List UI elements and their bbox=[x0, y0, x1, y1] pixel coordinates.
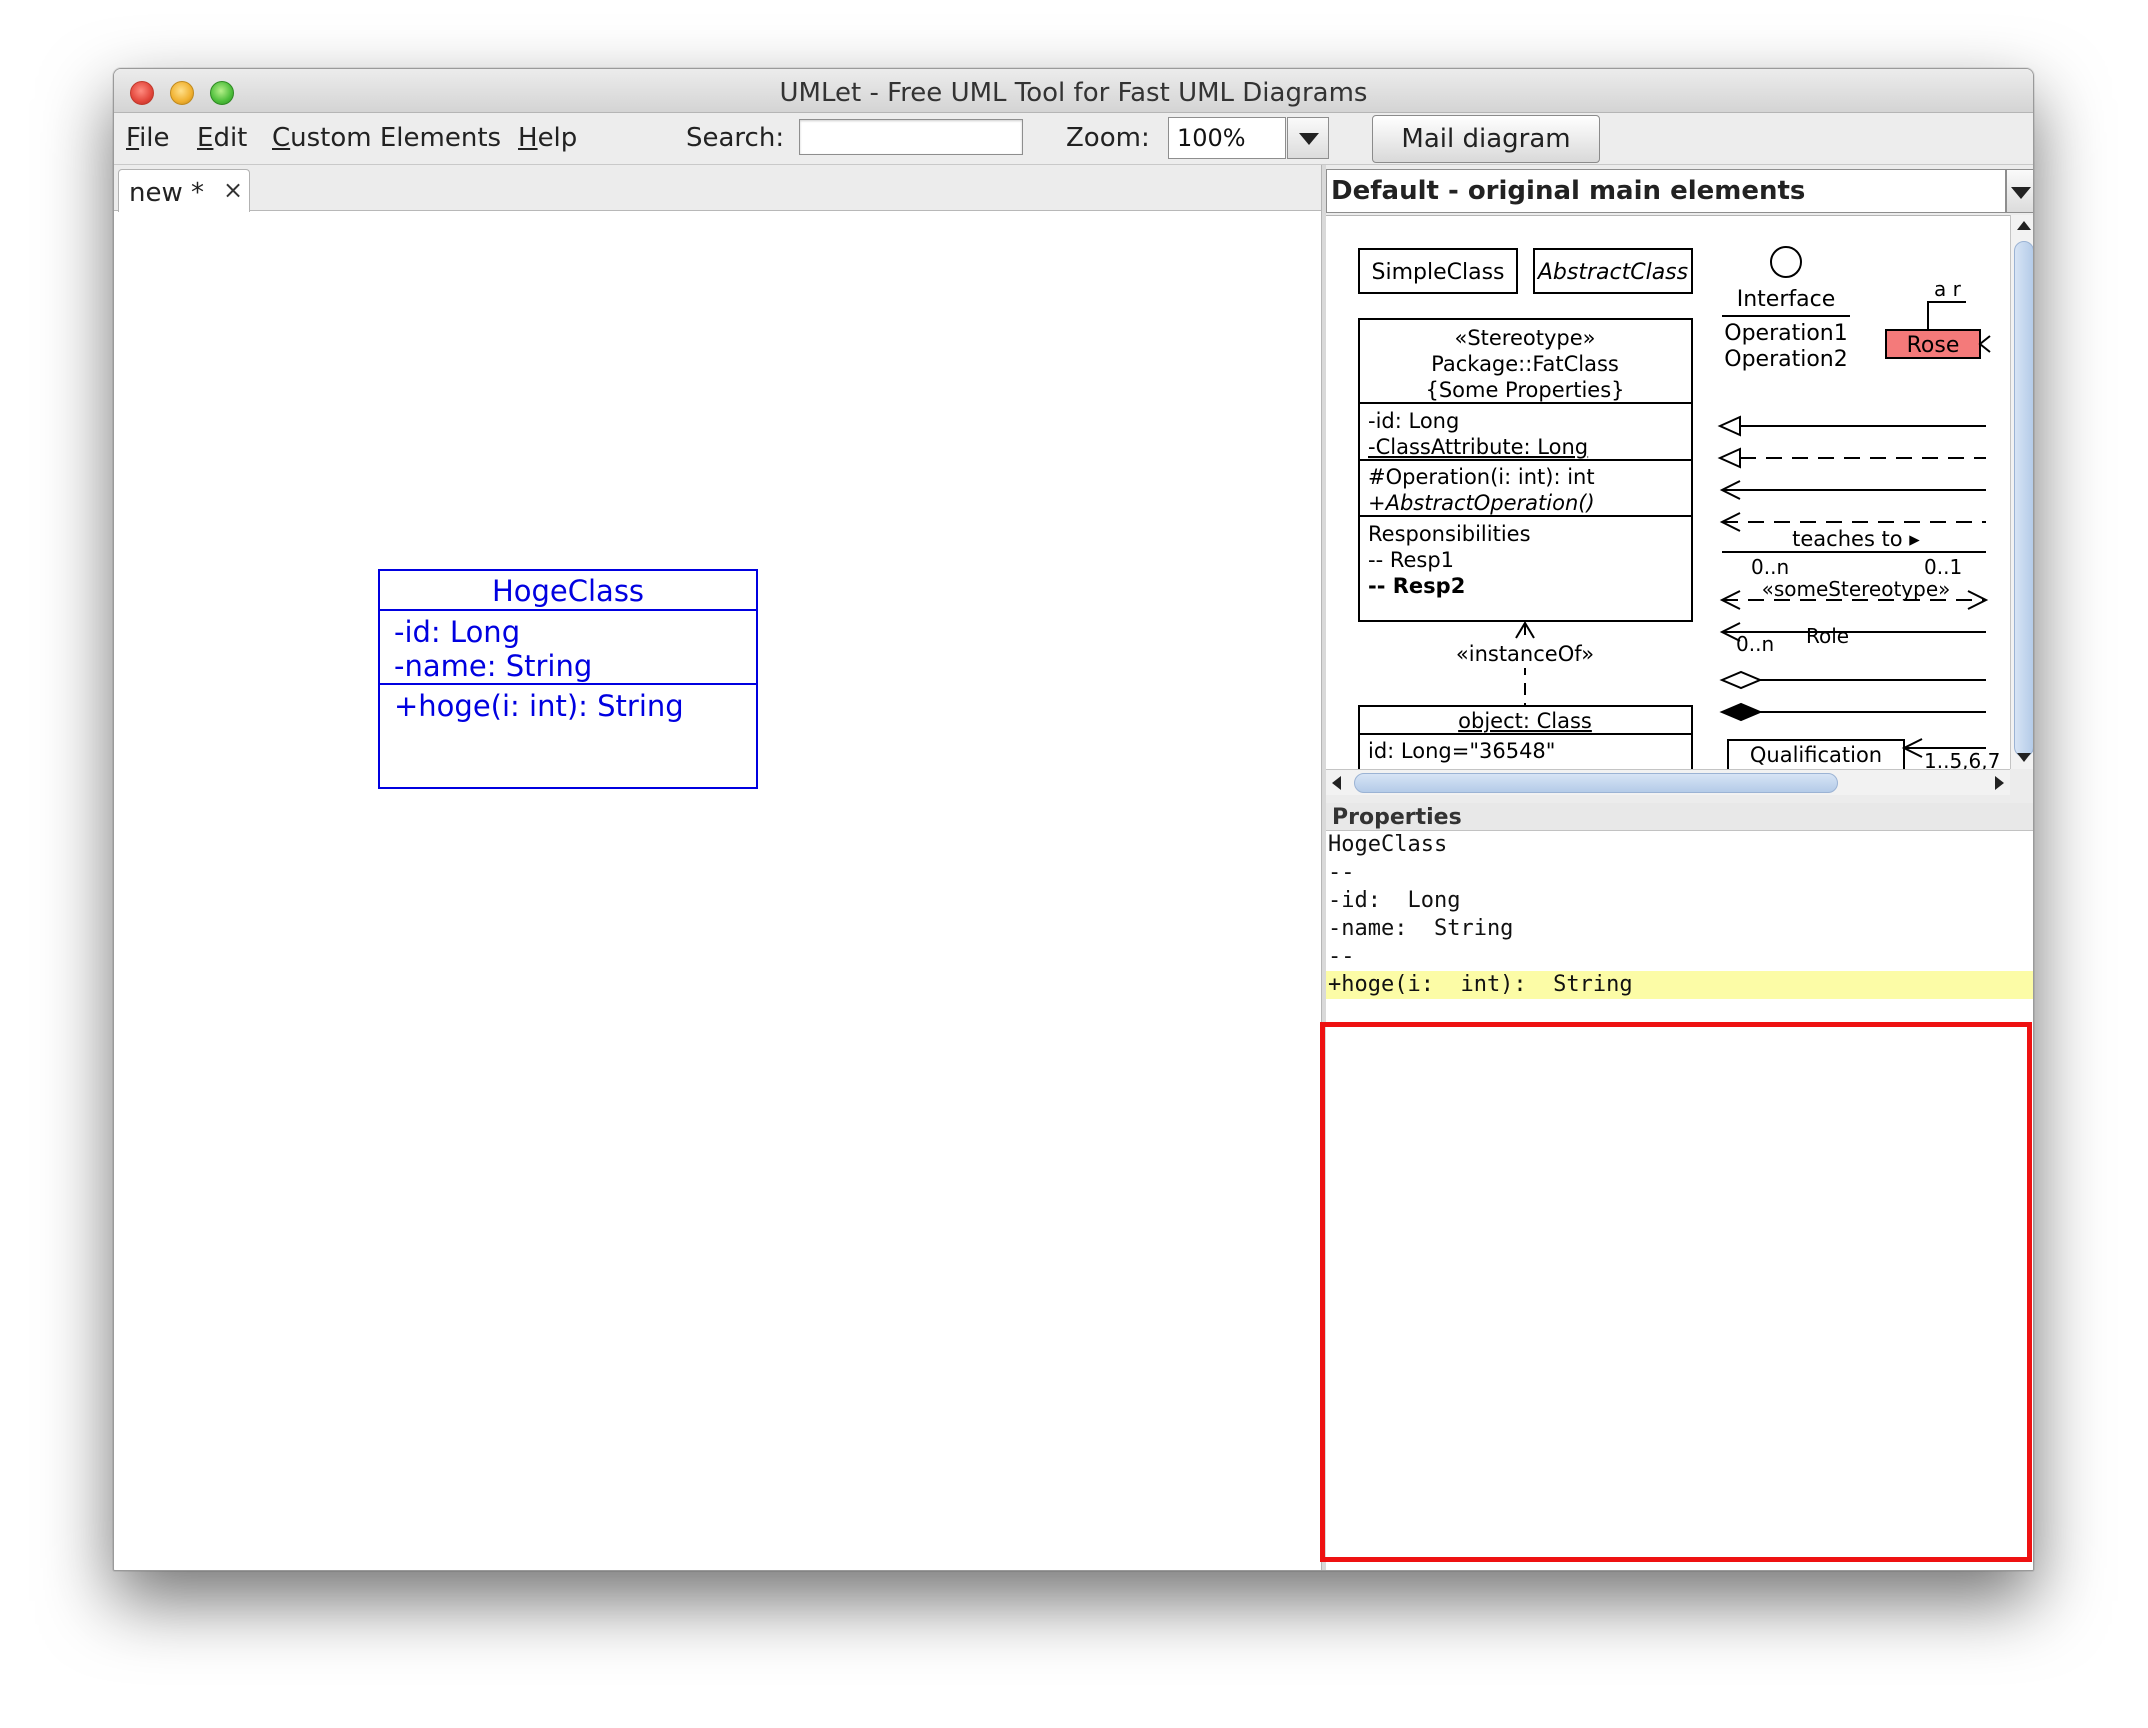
palette-aggregation[interactable] bbox=[1719, 670, 1986, 690]
palette-teaches-to-relation[interactable]: teaches to ▸ 0..n 0..1 bbox=[1722, 527, 1986, 579]
palette-simple-class[interactable]: SimpleClass bbox=[1358, 248, 1518, 294]
palette-association[interactable] bbox=[1719, 480, 1986, 500]
palette-object[interactable]: object: Class id: Long="36548" bbox=[1358, 705, 1693, 769]
tab-strip: new * × bbox=[114, 165, 1321, 212]
class-operation: +hoge(i: int): String bbox=[394, 689, 684, 723]
close-tab-icon[interactable]: × bbox=[223, 176, 243, 204]
palette-label: 1..5,6,7 bbox=[1924, 749, 2000, 769]
palette-label: id: Long="36548" bbox=[1368, 739, 1555, 763]
diagram-canvas[interactable]: HogeClass -id: Long -name: String +hoge(… bbox=[114, 211, 1321, 1570]
palette-label: Package::FatClass bbox=[1431, 352, 1619, 376]
properties-header: Properties bbox=[1326, 803, 2033, 831]
title-bar: UMLet - Free UML Tool for Fast UML Diagr… bbox=[114, 69, 2033, 113]
class-operations: +hoge(i: int): String bbox=[380, 685, 756, 727]
palette-label: SimpleClass bbox=[1372, 260, 1505, 285]
palette-label: «instanceOf» bbox=[1456, 642, 1594, 666]
palette-label: Responsibilities bbox=[1368, 522, 1531, 546]
properties-editor[interactable]: HogeClass -- -id: Long -name: String -- … bbox=[1326, 831, 2033, 1570]
palette-horizontal-scrollbar[interactable] bbox=[1326, 769, 2010, 795]
palette-role-relation[interactable]: 0..n Role bbox=[1719, 622, 1986, 656]
menu-custom-elements[interactable]: Custom Elements bbox=[272, 123, 501, 153]
palette-vertical-scrollbar[interactable] bbox=[2010, 215, 2033, 769]
palette-instanceof-relation[interactable]: «instanceOf» bbox=[1446, 621, 1606, 706]
class-name: HogeClass bbox=[380, 571, 756, 611]
class-attribute: -name: String bbox=[394, 649, 593, 683]
palette-label: 0..n bbox=[1736, 632, 1774, 656]
menu-file[interactable]: File bbox=[126, 123, 170, 153]
class-attributes: -id: Long -name: String bbox=[380, 611, 756, 685]
palette-label: Role bbox=[1806, 624, 1849, 648]
palette-label: 0..n bbox=[1751, 555, 1789, 579]
palette-label: Operation1 bbox=[1724, 321, 1847, 346]
menu-bar: File Edit Custom Elements Help Search: Z… bbox=[114, 113, 2033, 165]
palette-label: Rose bbox=[1907, 333, 1960, 358]
search-label: Search: bbox=[686, 123, 785, 153]
properties-line[interactable]: HogeClass bbox=[1326, 831, 2033, 859]
palette-pane: Default - original main elements SimpleC… bbox=[1326, 165, 2033, 1570]
scroll-right-arrow-icon[interactable] bbox=[1986, 770, 2010, 796]
palette-label: -- Resp1 bbox=[1368, 548, 1454, 572]
mail-diagram-button[interactable]: Mail diagram bbox=[1372, 115, 1600, 163]
palette-label: a r bbox=[1934, 277, 1962, 301]
palette-stereotype-relation[interactable]: «someStereotype» bbox=[1719, 577, 1989, 610]
palette-label: -- Resp2 bbox=[1368, 574, 1465, 598]
zoom-dropdown-arrow-icon[interactable] bbox=[1287, 117, 1329, 159]
tab-label: new * bbox=[129, 178, 205, 208]
search-input[interactable] bbox=[799, 119, 1023, 155]
properties-line[interactable]: -name: String bbox=[1326, 915, 2033, 943]
palette-label: «someStereotype» bbox=[1762, 577, 1951, 601]
uml-class-hogeclass[interactable]: HogeClass -id: Long -name: String +hoge(… bbox=[378, 569, 758, 789]
palette-label: #Operation(i: int): int bbox=[1368, 465, 1595, 489]
palette-fat-class[interactable]: «Stereotype» Package::FatClass {Some Pro… bbox=[1358, 318, 1693, 622]
properties-line-highlighted[interactable]: +hoge(i: int): String bbox=[1326, 971, 2033, 999]
scroll-left-arrow-icon[interactable] bbox=[1326, 770, 1350, 796]
properties-line[interactable]: -- bbox=[1326, 943, 2033, 971]
scrollbar-thumb[interactable] bbox=[1354, 773, 1838, 793]
palette-label: Qualification bbox=[1750, 743, 1882, 767]
palette-label: Interface bbox=[1737, 287, 1836, 312]
class-attribute: -id: Long bbox=[394, 615, 521, 649]
palette-label: +AbstractOperation() bbox=[1368, 491, 1595, 515]
palette-qualification[interactable]: Qualification 1..5,6,7 bbox=[1727, 738, 2000, 769]
palette-rose-element[interactable]: a r Rose bbox=[1885, 277, 1991, 359]
palette-label: teaches to ▸ bbox=[1792, 527, 1920, 551]
palette-generalization[interactable] bbox=[1717, 415, 1986, 437]
palette-abstract-class[interactable]: AbstractClass bbox=[1533, 248, 1693, 294]
zoom-label: Zoom: bbox=[1066, 123, 1150, 153]
palette-label: Operation2 bbox=[1724, 347, 1847, 372]
scrollbar-thumb[interactable] bbox=[2014, 241, 2033, 757]
palette-label: «Stereotype» bbox=[1454, 326, 1595, 350]
palette-label: -id: Long bbox=[1368, 409, 1459, 433]
scroll-up-arrow-icon[interactable] bbox=[2011, 215, 2033, 237]
palette-label: {Some Properties} bbox=[1425, 378, 1624, 402]
palette-composition[interactable] bbox=[1719, 702, 1986, 722]
palette-select[interactable]: Default - original main elements bbox=[1326, 169, 2006, 213]
properties-line[interactable]: -- bbox=[1326, 859, 2033, 887]
zoom-select[interactable]: 100% bbox=[1168, 117, 1286, 159]
menu-help[interactable]: Help bbox=[518, 123, 577, 153]
menu-edit[interactable]: Edit bbox=[197, 123, 247, 153]
palette-label: 0..1 bbox=[1924, 555, 1962, 579]
palette-label: object: Class bbox=[1458, 709, 1592, 733]
palette-interface[interactable]: Interface Operation1 Operation2 bbox=[1722, 246, 1850, 372]
scroll-down-arrow-icon[interactable] bbox=[2011, 747, 2033, 769]
properties-line[interactable]: -id: Long bbox=[1326, 887, 2033, 915]
palette-realization[interactable] bbox=[1717, 447, 1986, 469]
window-title: UMLet - Free UML Tool for Fast UML Diagr… bbox=[779, 78, 1368, 108]
element-palette[interactable]: SimpleClass AbstractClass Interface Oper… bbox=[1326, 215, 2010, 769]
palette-drawing: SimpleClass AbstractClass Interface Oper… bbox=[1358, 246, 2000, 769]
tab-new[interactable]: new * × bbox=[118, 169, 250, 212]
palette-dropdown-arrow-icon[interactable] bbox=[2006, 169, 2033, 213]
diagram-pane: new * × HogeClass -id: Long -name: Strin… bbox=[114, 165, 1321, 1570]
app-window: UMLet - Free UML Tool for Fast UML Diagr… bbox=[113, 68, 2034, 1571]
palette-label: AbstractClass bbox=[1536, 260, 1688, 285]
palette-label: -ClassAttribute: Long bbox=[1368, 435, 1588, 459]
